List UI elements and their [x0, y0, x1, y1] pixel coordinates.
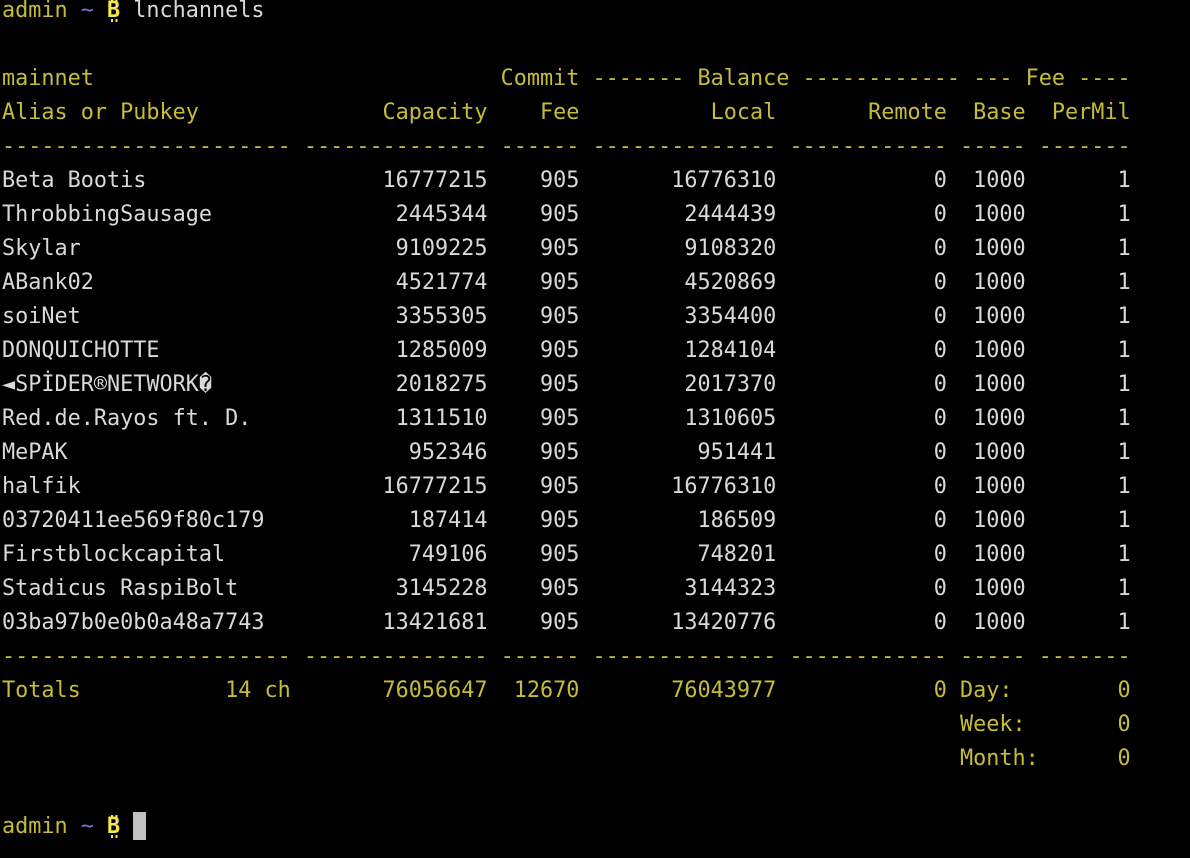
channel-row-text: MePAK 952346 905 951441 0 1000 1 — [2, 440, 1131, 465]
fee-week-line: Week: 0 — [2, 708, 1190, 742]
channel-row: 03720411ee569f80c179 187414 905 186509 0… — [2, 504, 1190, 538]
totals-line: Totals 14 ch 76056647 12670 76043977 0 D… — [2, 674, 1190, 708]
fee-month-line: Month: 0 — [2, 742, 1190, 776]
blank-line — [2, 776, 1190, 810]
blank-line — [2, 28, 1190, 62]
table-separator-line: ---------------------- -------------- --… — [2, 130, 1190, 164]
channel-row-text: soiNet 3355305 905 3354400 0 1000 1 — [2, 304, 1131, 329]
channel-row: ABank02 4521774 905 4520869 0 1000 1 — [2, 266, 1190, 300]
channel-row-text: Stadicus RaspiBolt 3145228 905 3144323 0… — [2, 576, 1131, 601]
channel-row-text: ◄SPİDER®NETWORK� 2018275 905 2017370 0 1… — [2, 372, 1131, 397]
table-banner-line: mainnet Commit ------- Balance ---------… — [2, 62, 1190, 96]
channel-row: soiNet 3355305 905 3354400 0 1000 1 — [2, 300, 1190, 334]
channel-row: DONQUICHOTTE 1285009 905 1284104 0 1000 … — [2, 334, 1190, 368]
channel-row: Beta Bootis 16777215 905 16776310 0 1000… — [2, 164, 1190, 198]
network-and-banner-text: mainnet Commit ------- Balance ---------… — [2, 66, 1131, 91]
channel-row-text: 03720411ee569f80c179 187414 905 186509 0… — [2, 508, 1131, 533]
channel-row: MePAK 952346 905 951441 0 1000 1 — [2, 436, 1190, 470]
prompt-tilde: ~ — [81, 0, 94, 23]
channel-row: Skylar 9109225 905 9108320 0 1000 1 — [2, 232, 1190, 266]
channel-row-text: halfik 16777215 905 16776310 0 1000 1 — [2, 474, 1131, 499]
channel-row: halfik 16777215 905 16776310 0 1000 1 — [2, 470, 1190, 504]
terminal-cursor — [133, 812, 146, 840]
command-text: lnchannels — [133, 0, 264, 23]
channel-row: Firstblockcapital 749106 905 748201 0 10… — [2, 538, 1190, 572]
channel-row-text: Skylar 9109225 905 9108320 0 1000 1 — [2, 236, 1131, 261]
prompt-line-top: admin ~ B lnchannels — [2, 0, 1190, 28]
separator-dashes: ---------------------- -------------- --… — [2, 134, 1131, 159]
channel-row-text: ThrobbingSausage 2445344 905 2444439 0 1… — [2, 202, 1131, 227]
table-separator-line: ---------------------- -------------- --… — [2, 640, 1190, 674]
separator-dashes: ---------------------- -------------- --… — [2, 644, 1131, 669]
month-total-text: Month: 0 — [2, 746, 1131, 771]
channel-row: Stadicus RaspiBolt 3145228 905 3144323 0… — [2, 572, 1190, 606]
prompt-user: admin — [2, 0, 68, 23]
channel-row-text: 03ba97b0e0b0a48a7743 13421681 905 134207… — [2, 610, 1131, 635]
table-column-header-line: Alias or Pubkey Capacity Fee Local Remot… — [2, 96, 1190, 130]
totals-text: Totals 14 ch 76056647 12670 76043977 0 D… — [2, 678, 1131, 703]
channel-row-text: ABank02 4521774 905 4520869 0 1000 1 — [2, 270, 1131, 295]
channel-row-text: Firstblockcapital 749106 905 748201 0 10… — [2, 542, 1131, 567]
channel-row-text: DONQUICHOTTE 1285009 905 1284104 0 1000 … — [2, 338, 1131, 363]
bitcoin-prompt-icon: B — [107, 0, 120, 28]
prompt-user: admin — [2, 814, 68, 839]
command-input-line[interactable]: admin ~ B — [2, 810, 1190, 844]
channel-row: 03ba97b0e0b0a48a7743 13421681 905 134207… — [2, 606, 1190, 640]
week-total-text: Week: 0 — [2, 712, 1131, 737]
channel-row: ThrobbingSausage 2445344 905 2444439 0 1… — [2, 198, 1190, 232]
prompt-tilde: ~ — [81, 814, 94, 839]
channel-row: Red.de.Rayos ft. D. 1311510 905 1310605 … — [2, 402, 1190, 436]
channel-row-text: Red.de.Rayos ft. D. 1311510 905 1310605 … — [2, 406, 1131, 431]
channel-row: ◄SPİDER®NETWORK� 2018275 905 2017370 0 1… — [2, 368, 1190, 402]
terminal-screen[interactable]: admin ~ B lnchannels mainnet Commit -----… — [2, 0, 1190, 844]
bitcoin-prompt-icon: B — [107, 810, 120, 844]
channel-row-text: Beta Bootis 16777215 905 16776310 0 1000… — [2, 168, 1131, 193]
column-headers-text: Alias or Pubkey Capacity Fee Local Remot… — [2, 100, 1131, 125]
